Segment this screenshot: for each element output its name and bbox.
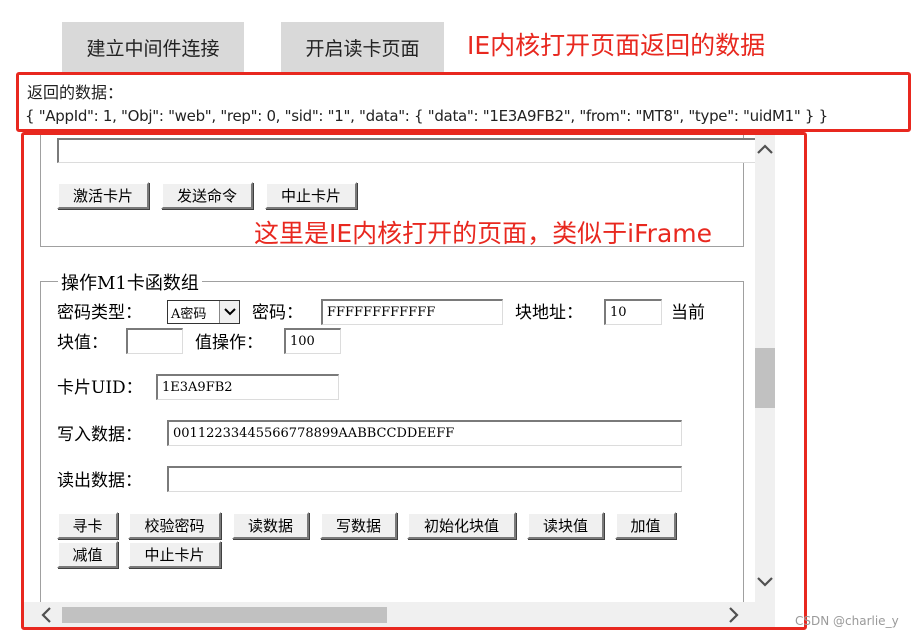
password-label: 密码：	[252, 303, 303, 323]
returned-data-json: { "AppId": 1, "Obj": "web", "rep": 0, "s…	[25, 107, 828, 125]
key-type-select[interactable]: A密码	[167, 300, 240, 324]
horizontal-scroll-thumb[interactable]	[62, 607, 387, 623]
read-block-value-button[interactable]: 读块值	[527, 512, 604, 539]
find-card-button[interactable]: 寻卡	[57, 512, 118, 539]
write-data-label: 写入数据：	[57, 425, 142, 445]
chevron-down-icon[interactable]	[755, 572, 775, 592]
returned-data-panel: 返回的数据： { "AppId": 1, "Obj": "web", "rep"…	[16, 72, 911, 132]
current-label: 当前	[671, 303, 705, 323]
value-operation-input[interactable]: 100	[284, 328, 341, 354]
embedded-page-content: 激活卡片 发送命令 中止卡片 操作M1卡函数组 密码类型： A密码 密码： FF…	[24, 135, 755, 602]
returned-data-label: 返回的数据：	[27, 83, 124, 102]
vertical-scroll-thumb[interactable]	[755, 348, 775, 408]
chevron-left-icon[interactable]	[36, 605, 56, 625]
scrollbar-corner	[755, 602, 775, 627]
block-address-label: 块地址：	[515, 303, 583, 323]
send-command-button[interactable]: 发送命令	[161, 182, 253, 209]
key-type-label: 密码类型：	[57, 303, 142, 323]
write-data-button[interactable]: 写数据	[320, 512, 397, 539]
chevron-right-icon[interactable]	[724, 605, 744, 625]
card-uid-input[interactable]: 1E3A9FB2	[156, 374, 339, 400]
read-data-input[interactable]	[167, 466, 682, 492]
read-data-button[interactable]: 读数据	[232, 512, 309, 539]
block-value-input[interactable]	[126, 328, 183, 354]
subtract-value-button[interactable]: 减值	[57, 541, 118, 568]
value-operation-label: 值操作：	[195, 333, 263, 353]
open-read-card-page-button[interactable]: 开启读卡页面	[281, 22, 444, 72]
command-input[interactable]	[57, 138, 755, 163]
chevron-up-icon[interactable]	[755, 139, 775, 159]
embedded-ie-page-frame: 激活卡片 发送命令 中止卡片 操作M1卡函数组 密码类型： A密码 密码： FF…	[21, 132, 807, 630]
key-type-value: A密码	[171, 306, 207, 322]
block-value-label: 块值：	[57, 333, 108, 353]
watermark: CSDN @charlie_y	[795, 614, 899, 628]
init-block-value-button[interactable]: 初始化块值	[407, 512, 516, 539]
annotation-returned-data: IE内核打开页面返回的数据	[467, 31, 766, 60]
add-value-button[interactable]: 加值	[615, 512, 676, 539]
block-address-input[interactable]: 10	[604, 299, 662, 325]
read-data-label: 读出数据：	[57, 471, 142, 491]
m1-group-legend: 操作M1卡函数组	[58, 269, 202, 295]
stop-card-button-m1[interactable]: 中止卡片	[128, 541, 221, 568]
annotation-iframe-description: 这里是IE内核打开的页面，类似于iFrame	[254, 219, 713, 248]
activate-card-button[interactable]: 激活卡片	[57, 182, 149, 209]
verify-password-button[interactable]: 校验密码	[128, 512, 221, 539]
password-input[interactable]: FFFFFFFFFFFF	[321, 299, 503, 325]
stop-card-button[interactable]: 中止卡片	[265, 182, 357, 209]
select-dropdown-icon	[219, 301, 239, 323]
card-uid-label: 卡片UID：	[57, 378, 143, 398]
connect-middleware-button[interactable]: 建立中间件连接	[62, 22, 244, 72]
write-data-input[interactable]: 00112233445566778899AABBCCDDEEFF	[167, 420, 682, 446]
